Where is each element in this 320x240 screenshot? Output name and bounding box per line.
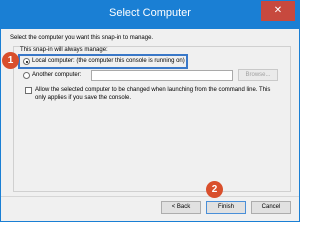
allow-change-label-line2: only applies if you save the console. [35,95,132,101]
dialog-title: Select Computer [109,7,191,19]
callout-badge-two: 2 [206,181,223,198]
instruction-text: Select the computer you want this snap-i… [10,35,154,41]
callout-badge-one: 1 [2,52,19,69]
group-label: This snap-in will always manage: [20,47,108,53]
another-computer-input[interactable] [91,70,233,81]
local-computer-label[interactable]: Local computer: (the computer this conso… [32,58,185,64]
finish-button[interactable]: Finish [206,201,246,214]
another-computer-radio[interactable] [23,72,30,79]
allow-change-label-line1: Allow the selected computer to be change… [35,87,271,93]
select-computer-dialog: Select Computer ✕ Select the computer yo… [0,0,300,222]
cancel-button[interactable]: Cancel [251,201,291,214]
footer-separator [1,196,299,197]
close-button[interactable]: ✕ [261,1,295,21]
title-bar: Select Computer ✕ [1,1,299,29]
local-computer-radio[interactable] [23,58,30,65]
back-button[interactable]: < Back [161,201,201,214]
another-computer-label[interactable]: Another computer: [32,72,81,78]
browse-button[interactable]: Browse... [238,69,278,81]
allow-change-checkbox[interactable] [25,87,32,94]
